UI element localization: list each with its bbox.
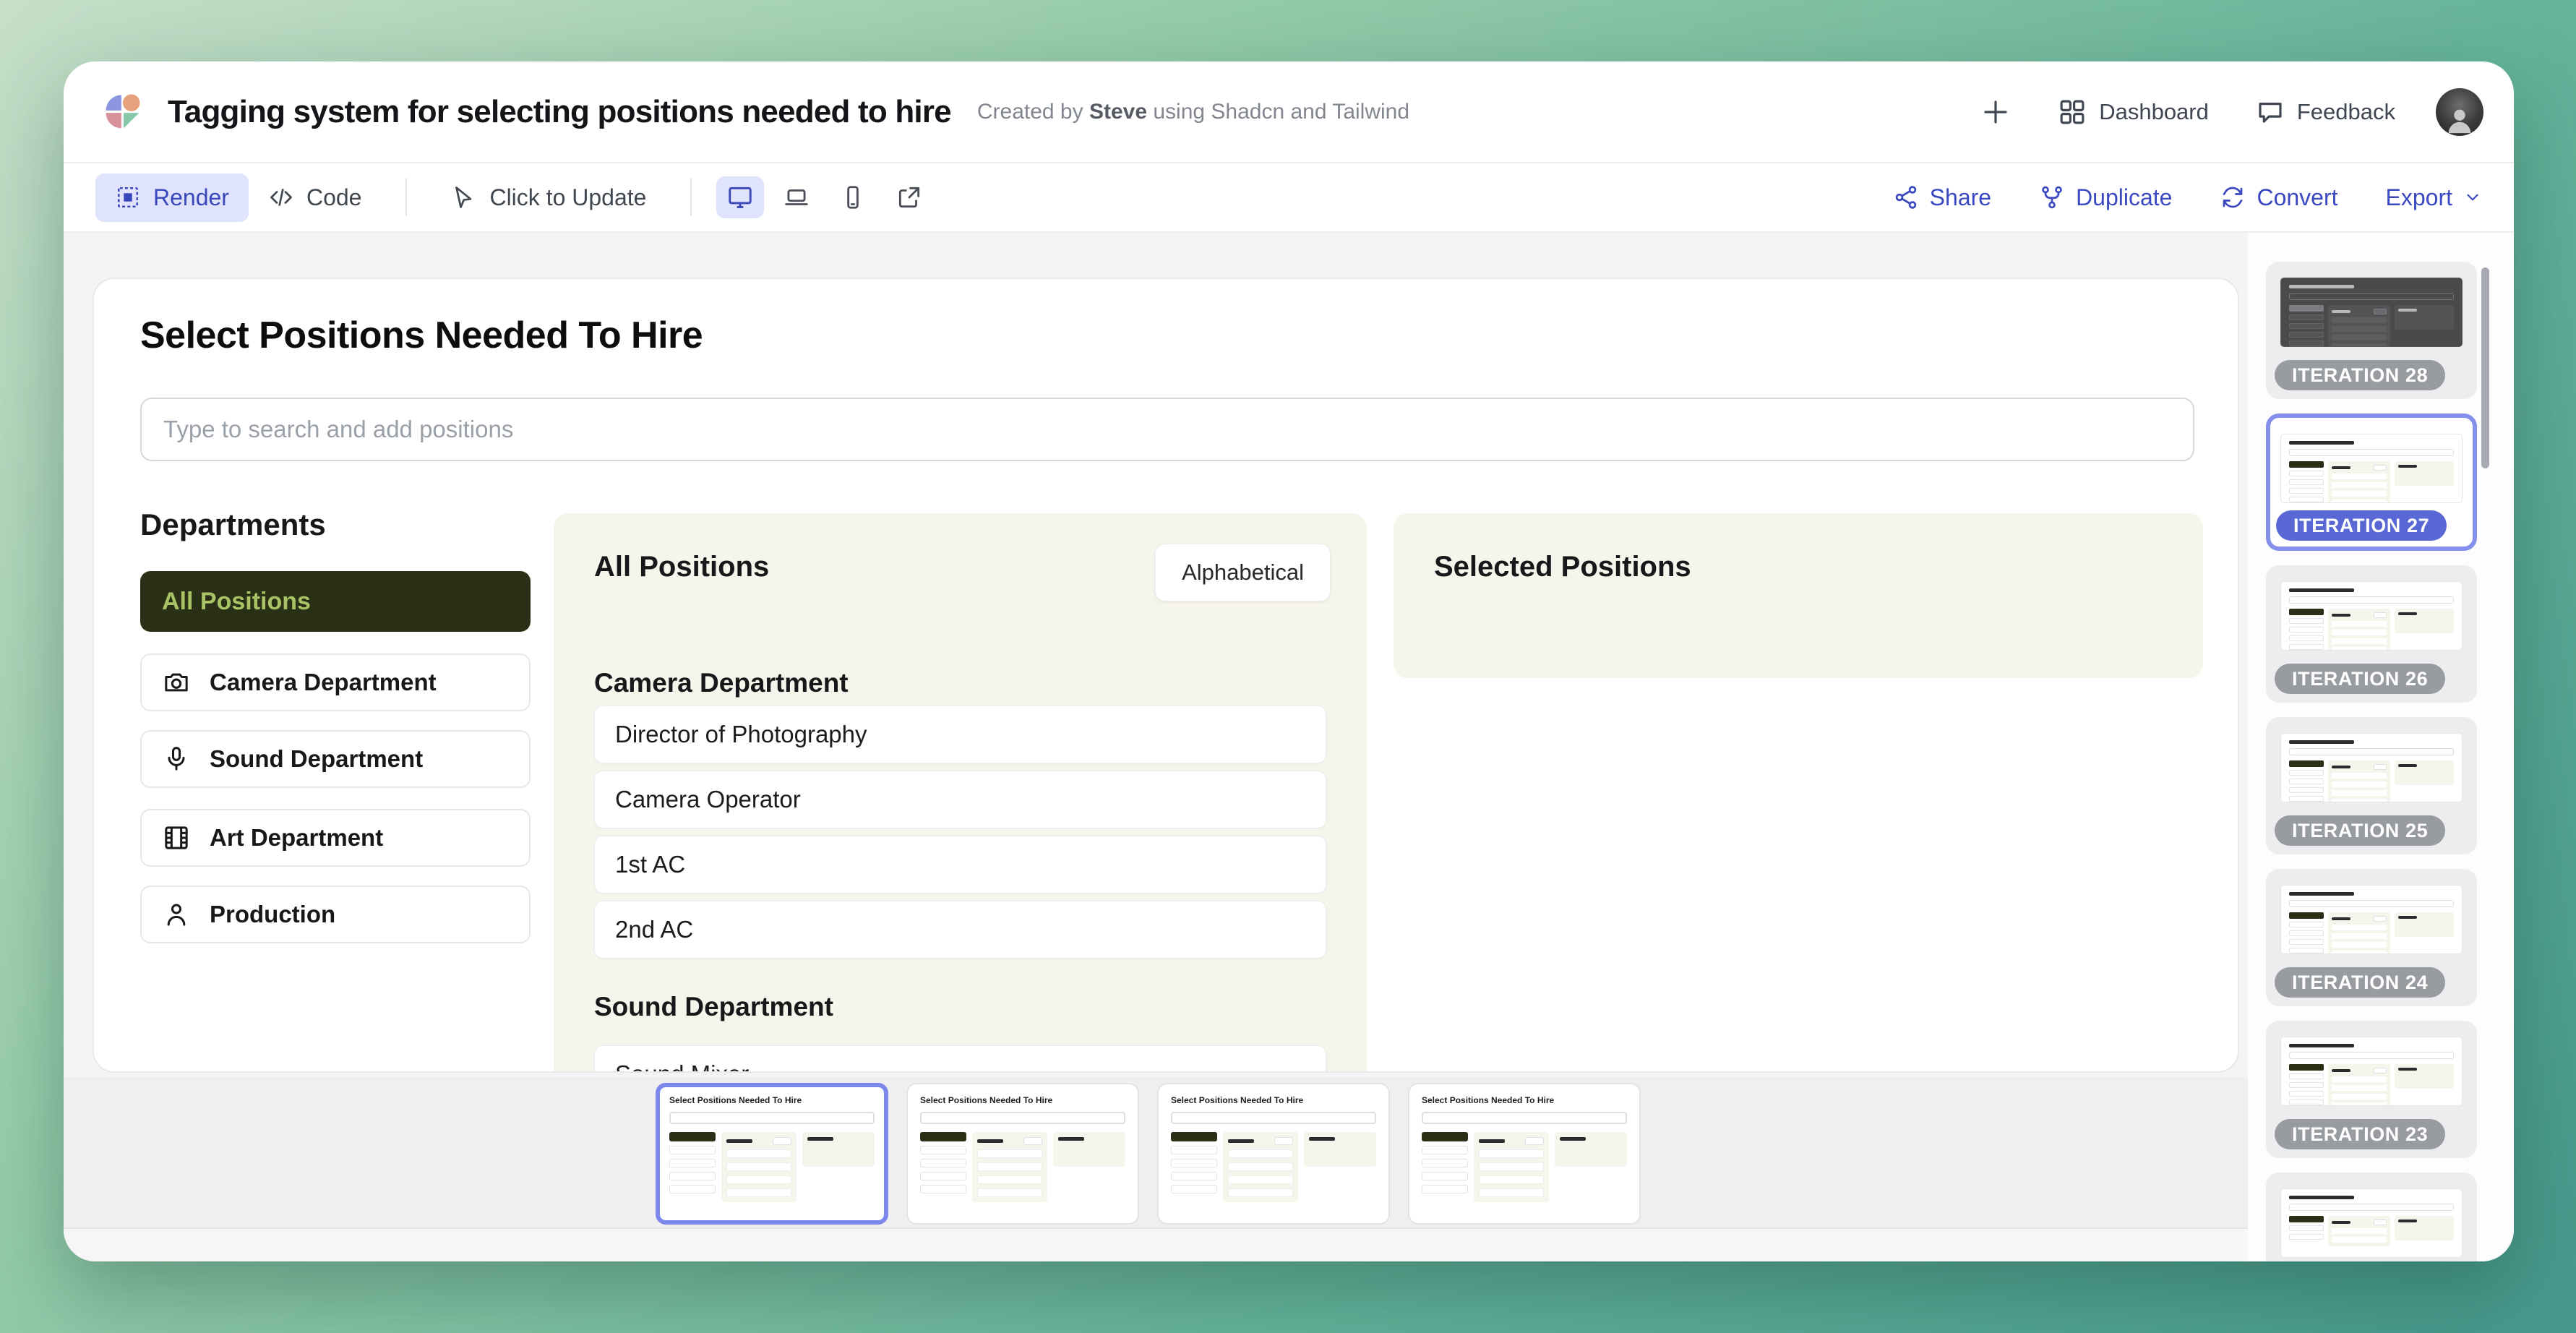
header: Tagging system for selecting positions n… bbox=[64, 61, 2514, 162]
section-title: Sound Department bbox=[594, 992, 833, 1022]
variant-thumbnail[interactable]: Select Positions Needed To Hire bbox=[906, 1083, 1139, 1225]
click-to-update-button[interactable]: Click to Update bbox=[432, 173, 666, 222]
render-icon bbox=[115, 184, 141, 210]
chat-bubble-icon bbox=[2255, 97, 2285, 127]
cursor-icon bbox=[451, 184, 477, 210]
all-positions-heading: All Positions bbox=[594, 551, 769, 583]
iteration-badge: ITERATION 26 bbox=[2275, 664, 2445, 694]
dashboard-grid-icon bbox=[2057, 97, 2087, 127]
preview-canvas: Select Positions Needed To Hire Departme… bbox=[64, 233, 2248, 1261]
iteration-badge: ITERATION 24 bbox=[2275, 967, 2445, 998]
iteration-badge: ITERATION 28 bbox=[2275, 360, 2445, 390]
film-icon bbox=[162, 823, 191, 852]
mobile-view-button[interactable] bbox=[829, 176, 877, 218]
filter-all-positions[interactable]: All Positions bbox=[140, 571, 531, 632]
tab-code[interactable]: Code bbox=[249, 173, 382, 222]
filter-art-department[interactable]: Art Department bbox=[140, 809, 531, 867]
convert-button[interactable]: Convert bbox=[2220, 184, 2337, 211]
chevron-down-icon bbox=[2463, 188, 2482, 207]
code-icon bbox=[268, 184, 294, 210]
feedback-button[interactable]: Feedback bbox=[2255, 97, 2395, 127]
person-icon bbox=[162, 900, 191, 929]
dashboard-button[interactable]: Dashboard bbox=[2057, 97, 2209, 127]
iteration-preview-mock bbox=[2280, 1037, 2463, 1106]
app-window: Tagging system for selecting positions n… bbox=[64, 61, 2514, 1261]
iteration-badge: ITERATION 23 bbox=[2275, 1119, 2445, 1149]
camera-icon bbox=[162, 668, 191, 697]
dashboard-label: Dashboard bbox=[2099, 99, 2209, 125]
iteration-badge: ITERATION 25 bbox=[2275, 815, 2445, 846]
iteration-preview-mock bbox=[2280, 885, 2463, 954]
person-silhouette-icon bbox=[2443, 103, 2476, 136]
monitor-icon bbox=[726, 184, 754, 211]
feedback-label: Feedback bbox=[2297, 99, 2395, 125]
iteration-card-27-selected[interactable]: ITERATION 27 bbox=[2266, 413, 2477, 551]
iteration-preview-mock bbox=[2280, 581, 2463, 651]
duplicate-button[interactable]: Duplicate bbox=[2039, 184, 2172, 211]
share-icon bbox=[1893, 184, 1919, 210]
iteration-card-24[interactable]: ITERATION 24 bbox=[2266, 869, 2477, 1006]
position-row[interactable]: 2nd AC bbox=[594, 901, 1326, 959]
fork-icon bbox=[2039, 184, 2065, 210]
new-project-button[interactable] bbox=[1980, 97, 2011, 127]
position-row[interactable]: Director of Photography bbox=[594, 706, 1326, 763]
variant-thumbnail-selected[interactable]: Select Positions Needed To Hire bbox=[656, 1083, 888, 1225]
convert-icon bbox=[2220, 184, 2246, 210]
app-preview-card: Select Positions Needed To Hire Departme… bbox=[93, 278, 2239, 1073]
position-row[interactable]: Sound Mixer bbox=[594, 1045, 1326, 1073]
export-button[interactable]: Export bbox=[2386, 184, 2482, 211]
filter-production[interactable]: Production bbox=[140, 886, 531, 943]
position-row[interactable]: Camera Operator bbox=[594, 771, 1326, 828]
all-positions-panel: All Positions Alphabetical Camera Depart… bbox=[554, 513, 1367, 1073]
selected-positions-heading: Selected Positions bbox=[1434, 551, 1691, 583]
filter-sound-department[interactable]: Sound Department bbox=[140, 730, 531, 788]
phone-icon bbox=[839, 184, 867, 211]
microphone-icon bbox=[162, 745, 191, 773]
iteration-preview-mock bbox=[2280, 1188, 2463, 1258]
iteration-card-partial[interactable] bbox=[2266, 1173, 2477, 1261]
preview-heading: Select Positions Needed To Hire bbox=[140, 314, 703, 357]
popout-icon bbox=[896, 184, 923, 211]
section-title: Camera Department bbox=[594, 668, 849, 698]
search-input[interactable] bbox=[140, 398, 2194, 461]
iteration-card-26[interactable]: ITERATION 26 bbox=[2266, 565, 2477, 703]
page-title: Tagging system for selecting positions n… bbox=[168, 94, 951, 130]
iteration-preview-mock bbox=[2280, 434, 2463, 503]
avatar[interactable] bbox=[2436, 88, 2483, 136]
sort-alphabetical-button[interactable]: Alphabetical bbox=[1155, 544, 1331, 601]
desktop-view-button[interactable] bbox=[716, 176, 764, 218]
laptop-icon bbox=[783, 184, 810, 211]
iteration-card-28[interactable]: ITERATION 28 bbox=[2266, 262, 2477, 399]
author-name: Steve bbox=[1089, 100, 1147, 124]
iteration-card-25[interactable]: ITERATION 25 bbox=[2266, 717, 2477, 854]
tab-render[interactable]: Render bbox=[95, 173, 249, 222]
iteration-preview-mock bbox=[2280, 278, 2463, 347]
laptop-view-button[interactable] bbox=[773, 176, 820, 218]
filter-camera-department[interactable]: Camera Department bbox=[140, 653, 531, 711]
departments-heading: Departments bbox=[140, 507, 326, 542]
iterations-scrollbar[interactable] bbox=[2481, 267, 2489, 468]
byline: Created by Steve using Shadcn and Tailwi… bbox=[977, 100, 1409, 124]
iteration-card-23[interactable]: ITERATION 23 bbox=[2266, 1021, 2477, 1158]
magicpatterns-logo[interactable] bbox=[100, 89, 146, 135]
plus-icon bbox=[1980, 97, 2011, 127]
toolbar: Render Code Click to Update bbox=[64, 162, 2514, 233]
position-row[interactable]: 1st AC bbox=[594, 836, 1326, 893]
iteration-badge: ITERATION 27 bbox=[2276, 510, 2447, 541]
open-preview-button[interactable] bbox=[885, 176, 933, 218]
share-button[interactable]: Share bbox=[1893, 184, 1991, 211]
selected-positions-panel: Selected Positions bbox=[1394, 513, 2203, 678]
variant-thumbnail[interactable]: Select Positions Needed To Hire bbox=[1408, 1083, 1641, 1225]
iteration-preview-mock bbox=[2280, 733, 2463, 802]
variant-thumbnail[interactable]: Select Positions Needed To Hire bbox=[1157, 1083, 1390, 1225]
variants-strip: Select Positions Needed To Hire Select P… bbox=[64, 1077, 2248, 1261]
iterations-sidebar: ITERATION 28 ITERATION 27 bbox=[2248, 233, 2514, 1261]
